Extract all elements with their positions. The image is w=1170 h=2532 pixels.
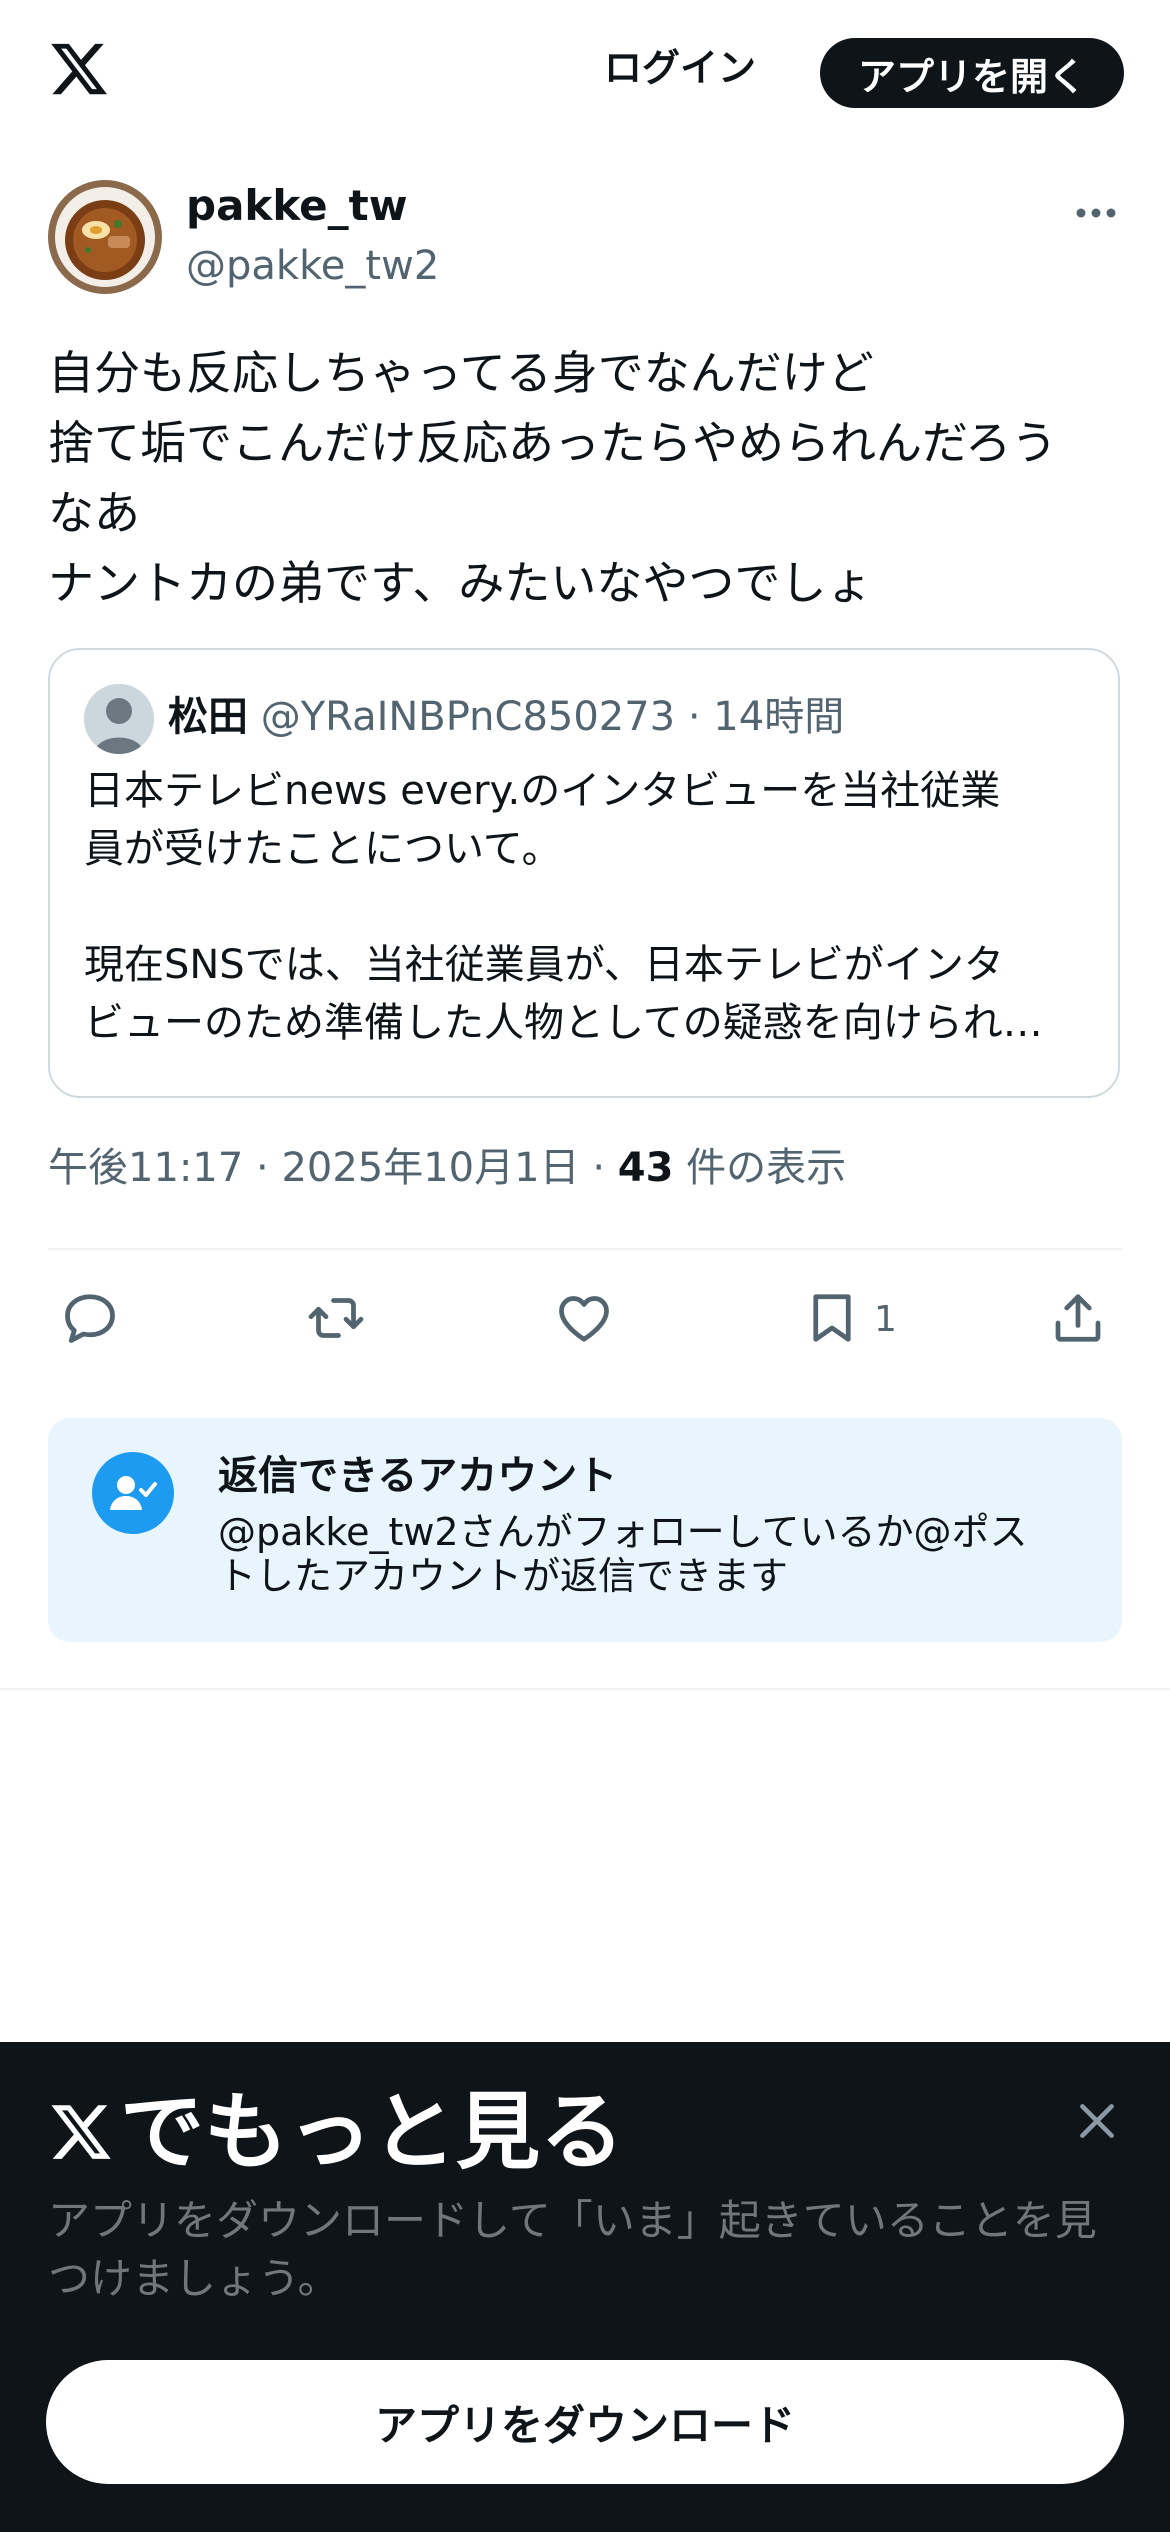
post-meta: 午後11:17 · 2025年10月1日 · 43 件の表示: [48, 1138, 846, 1198]
quote-author-name: 松田: [168, 694, 248, 740]
user-check-icon: [92, 1452, 174, 1534]
quote-separator: ·: [687, 694, 701, 740]
divider: [48, 1248, 1122, 1250]
views-label: 件の表示: [686, 1145, 847, 1191]
post-time[interactable]: 午後11:17: [48, 1145, 243, 1191]
author-handle[interactable]: @pakke_tw2: [186, 240, 439, 292]
reply-restriction-title: 返信できるアカウント: [218, 1453, 618, 1499]
bookmark-count: 1: [874, 1299, 897, 1340]
meta-separator: ·: [256, 1145, 282, 1191]
avatar[interactable]: [48, 180, 162, 294]
more-dots-icon[interactable]: [1074, 198, 1118, 228]
reply-icon[interactable]: [60, 1288, 120, 1348]
heart-icon[interactable]: [554, 1288, 614, 1348]
post-date[interactable]: 2025年10月1日: [281, 1145, 579, 1191]
repost-icon[interactable]: [306, 1288, 366, 1348]
bookmark-icon[interactable]: [802, 1288, 862, 1348]
divider: [0, 1688, 1170, 1690]
login-link[interactable]: ログイン: [604, 44, 756, 92]
reply-restriction-notice: 返信できるアカウント @pakke_tw2さんがフォローしているか@ポス トした…: [48, 1418, 1122, 1642]
x-logo-icon[interactable]: [48, 38, 110, 100]
share-icon[interactable]: [1048, 1288, 1108, 1348]
sheet-title-text: でもっと見る: [120, 2083, 625, 2181]
download-app-button[interactable]: アプリをダウンロード: [46, 2360, 1124, 2484]
sheet-title: でもっと見る: [48, 2082, 624, 2182]
reply-restriction-description: @pakke_tw2さんがフォローしているか@ポス トしたアカウントが返信できま…: [218, 1510, 1028, 1598]
quote-author-handle: @YRaINBPnC850273: [260, 694, 676, 740]
quote-time: 14時間: [713, 694, 845, 740]
close-icon[interactable]: [1072, 2096, 1122, 2146]
app-promo-sheet: でもっと見る アプリをダウンロードして「いま」起きていることを見 つけましょう。…: [0, 2042, 1170, 2532]
post-text: 自分も反応しちゃってる身でなんだけど 捨て垢でこんだけ反応あったらやめられんだろ…: [48, 346, 1058, 610]
quoted-post[interactable]: 松田 @YRaINBPnC850273 · 14時間 日本テレビnews eve…: [48, 648, 1120, 1098]
quote-text: 日本テレビnews every.のインタビューを当社従業 員が受けたことについて…: [84, 768, 1043, 1046]
quote-avatar: [84, 684, 154, 754]
sheet-description: アプリをダウンロードして「いま」起きていることを見 つけましょう。: [48, 2196, 1097, 2303]
x-logo-icon: [51, 2105, 111, 2159]
author-name[interactable]: pakke_tw: [186, 180, 408, 232]
open-app-button[interactable]: アプリを開く: [820, 38, 1124, 108]
meta-separator: ·: [592, 1145, 618, 1191]
views-count: 43: [617, 1145, 674, 1191]
quote-header: 松田 @YRaINBPnC850273 · 14時間: [168, 688, 844, 746]
